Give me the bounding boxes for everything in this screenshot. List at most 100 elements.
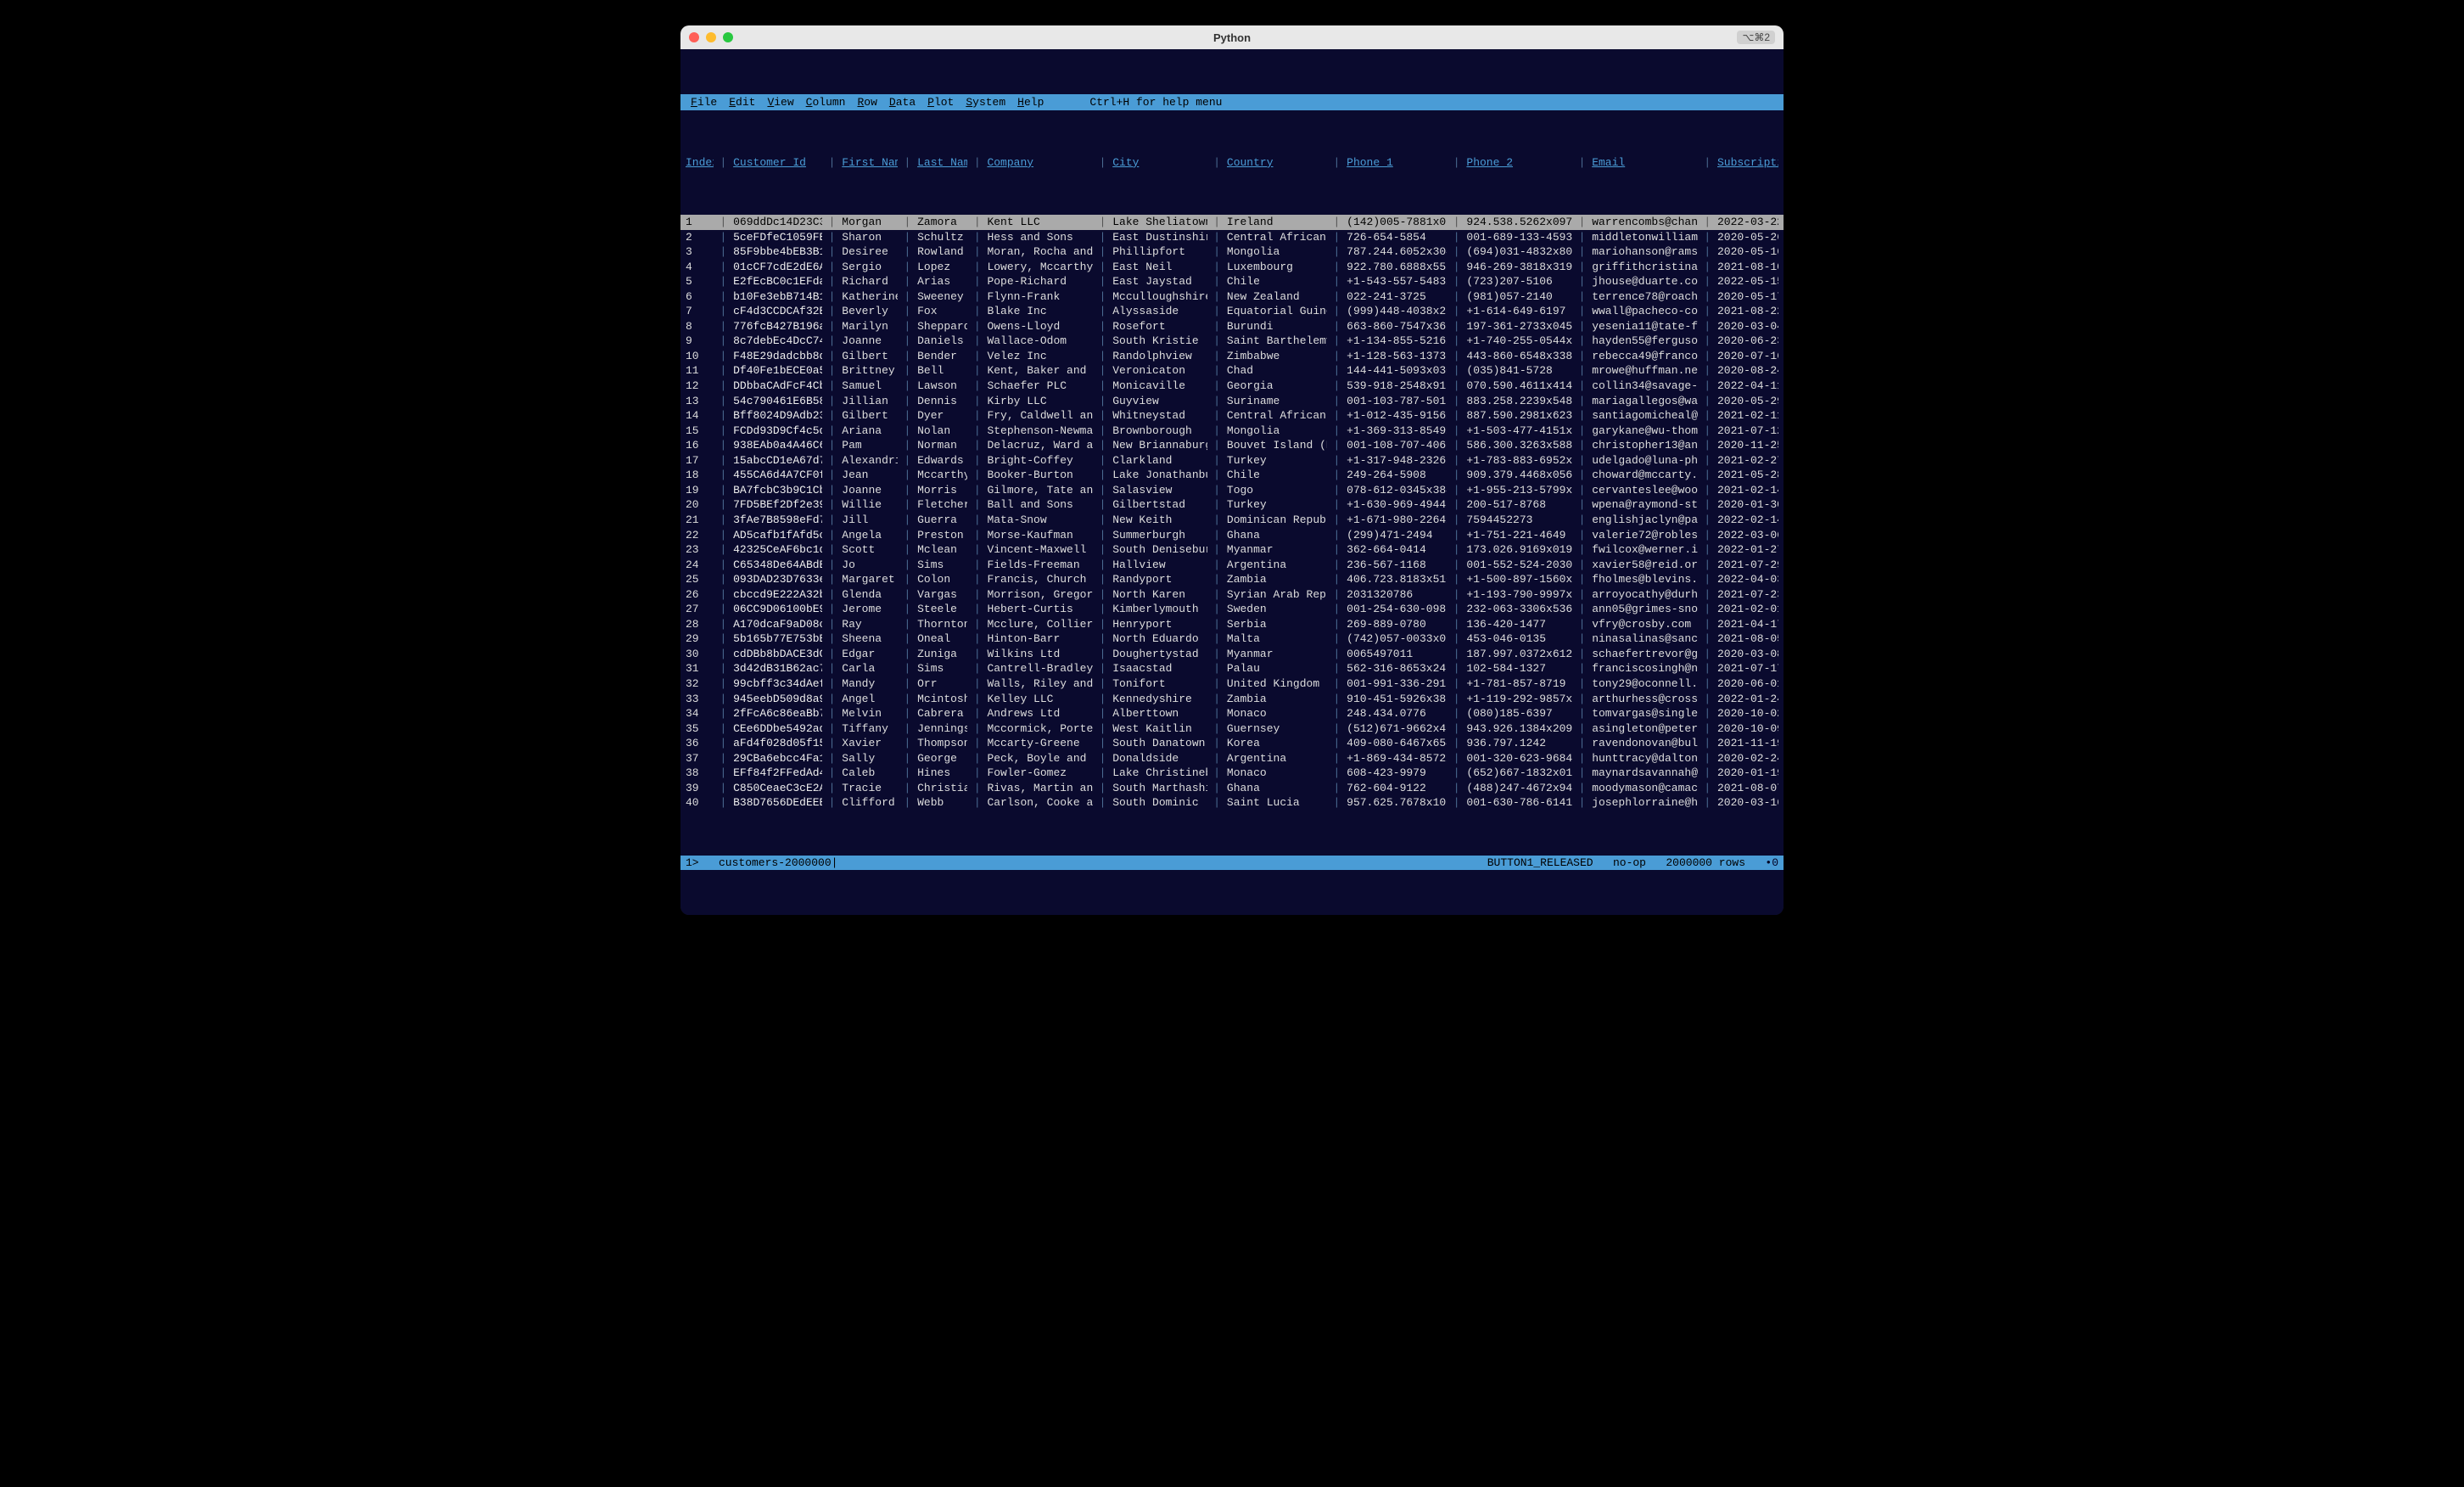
minimize-icon[interactable] <box>706 32 716 42</box>
cell-separator: | <box>714 379 733 394</box>
menu-plot[interactable]: Plot <box>922 95 959 110</box>
table-row[interactable]: 22|AD5cafb1fAfd5cF|Angela|Preston|Morse-… <box>680 528 1784 543</box>
table-row[interactable]: 40|B38D7656DEdEEE3|Clifford|Webb|Carlson… <box>680 795 1784 811</box>
table-row[interactable]: 27|06CC9D06100bE97|Jerome|Steele|Hebert-… <box>680 602 1784 617</box>
cell-id: cbccd9E222A32bd <box>733 587 822 603</box>
cell-separator: | <box>714 394 733 409</box>
col-header-phone-2[interactable]: Phone 2 <box>1466 155 1571 171</box>
table-row[interactable]: 36|aFd4f028d05f156|Xavier|Thompson|Mccar… <box>680 736 1784 751</box>
table-row[interactable]: 13|54c790461E6B58c|Jillian|Dennis|Kirby … <box>680 394 1784 409</box>
menu-data[interactable]: Data <box>884 95 921 110</box>
col-header-company[interactable]: Company <box>987 155 1092 171</box>
table-row[interactable]: 37|29CBa6ebcc4Fa13|Sally|George|Peck, Bo… <box>680 751 1784 766</box>
menu-column[interactable]: Column <box>801 95 851 110</box>
col-header-city[interactable]: City <box>1112 155 1207 171</box>
table-row[interactable]: 5|E2fEcBC0c1EFdaf|Richard|Arias|Pope-Ric… <box>680 274 1784 289</box>
table-row[interactable]: 32|99cbff3c34dAef9|Mandy|Orr|Walls, Rile… <box>680 676 1784 692</box>
table-row[interactable]: 12|DDbbaCAdFcF4Cb3|Samuel|Lawson|Schaefe… <box>680 379 1784 394</box>
table-row[interactable]: 4|01cCF7cdE2dE6A9|Sergio|Lopez|Lowery, M… <box>680 260 1784 275</box>
table-row[interactable]: 17|15abcCD1eA67d70|Alexandria|Edwards|Br… <box>680 453 1784 469</box>
table-row[interactable]: 34|2fFcA6c86eaBb7d|Melvin|Cabrera|Andrew… <box>680 706 1784 721</box>
cell-phone1: +1-671-980-2264x39… <box>1347 513 1447 528</box>
table-row[interactable]: 23|42325CeAF6bc1d3|Scott|Mclean|Vincent-… <box>680 542 1784 558</box>
cell-sub: 2022-02-14 <box>1717 513 1778 528</box>
cell-separator: | <box>1327 542 1347 558</box>
table-row[interactable]: 9|8c7debEc4DcC745|Joanne|Daniels|Wallace… <box>680 334 1784 349</box>
cell-separator: | <box>714 274 733 289</box>
cell-email: mariohanson@ramsey… <box>1592 244 1697 260</box>
col-header-customer-id[interactable]: Customer Id <box>733 155 822 171</box>
table-row[interactable]: 11|Df40Fe1bECE0a5C|Brittney|Bell|Kent, B… <box>680 363 1784 379</box>
cell-city: Clarkland <box>1112 453 1207 469</box>
menubar[interactable]: FileEditViewColumnRowDataPlotSystemHelpC… <box>680 94 1784 111</box>
col-header-first-name[interactable]: First Name <box>842 155 897 171</box>
table-row[interactable]: 19|BA7fcbC3b9C1Cb3|Joanne|Morris|Gilmore… <box>680 483 1784 498</box>
cell-id: 29CBa6ebcc4Fa13 <box>733 751 822 766</box>
table-row[interactable]: 29|5b165b77E753bE1|Sheena|Oneal|Hinton-B… <box>680 631 1784 647</box>
table-row[interactable]: 8|776fcB427B196a5|Marilyn|Sheppard|Owens… <box>680 319 1784 334</box>
col-header-country[interactable]: Country <box>1227 155 1327 171</box>
table-row[interactable]: 3|85F9bbe4bEB3B12|Desiree|Rowland|Moran,… <box>680 244 1784 260</box>
cell-country: Togo <box>1227 483 1327 498</box>
menu-file[interactable]: File <box>686 95 722 110</box>
cell-id: B38D7656DEdEEE3 <box>733 795 822 811</box>
cell-first: Glenda <box>842 587 897 603</box>
cell-phone1: +1-869-434-8572x26… <box>1347 751 1447 766</box>
table-row[interactable]: 31|3d42dB31B62ac73|Carla|Sims|Cantrell-B… <box>680 661 1784 676</box>
cell-phone2: 943.926.1384x209 <box>1466 721 1571 737</box>
cell-phone2: 001-630-786-6141x1… <box>1466 795 1571 811</box>
close-icon[interactable] <box>689 32 699 42</box>
table-row[interactable]: 6|b10Fe3ebB714B19|Katherine|Sweeney|Flyn… <box>680 289 1784 305</box>
table-row[interactable]: 20|7FD5BEf2Df2e396|Willie|Fletcher|Ball … <box>680 497 1784 513</box>
cell-separator: | <box>1447 692 1466 707</box>
menu-edit[interactable]: Edit <box>724 95 760 110</box>
table-row[interactable]: 14|Bff8024D9Adb23B|Gilbert|Dyer|Fry, Cal… <box>680 408 1784 424</box>
table-row[interactable]: 21|3fAe7B8598eFd7C|Jill|Guerra|Mata-Snow… <box>680 513 1784 528</box>
cell-first: Angel <box>842 692 897 707</box>
col-header-email[interactable]: Email <box>1592 155 1697 171</box>
menu-help[interactable]: Help <box>1012 95 1049 110</box>
cell-first: Sally <box>842 751 897 766</box>
menu-row[interactable]: Row <box>852 95 882 110</box>
table-row[interactable]: 28|A170dcaF9aD08c7|Ray|Thornton|Mcclure,… <box>680 617 1784 632</box>
cell-separator: | <box>714 795 733 811</box>
table-row[interactable]: 2|5ceFDfeC1059FB7|Sharon|Schultz|Hess an… <box>680 230 1784 245</box>
table-row[interactable]: 7|cF4d3CCDCAf32EE|Beverly|Fox|Blake Inc|… <box>680 304 1784 319</box>
cell-separator: | <box>1093 766 1112 781</box>
cell-separator: | <box>1572 692 1592 707</box>
zoom-icon[interactable] <box>723 32 733 42</box>
table-row[interactable]: 10|F48E29dadcbb8df|Gilbert|Bender|Velez … <box>680 349 1784 364</box>
table-row[interactable]: 39|C850CeaeC3cE2Ac|Tracie|Christian|Riva… <box>680 781 1784 796</box>
cell-sub: 2022-01-24 <box>1717 692 1778 707</box>
cell-separator: | <box>822 513 842 528</box>
col-header-phone-1[interactable]: Phone 1 <box>1347 155 1447 171</box>
titlebar[interactable]: Python ⌥⌘2 <box>680 25 1784 49</box>
table-row[interactable]: 18|455CA6d4A7CF0fA|Jean|Mccarthy|Booker-… <box>680 468 1784 483</box>
table-row[interactable]: 25|093DAD23D7633e6|Margaret|Colon|Franci… <box>680 572 1784 587</box>
col-header-last-name[interactable]: Last Name <box>917 155 967 171</box>
cell-separator: | <box>822 766 842 781</box>
table-row[interactable]: 33|945eebD509d8a9B|Angel|Mcintosh|Kelley… <box>680 692 1784 707</box>
table-row[interactable]: 30|cdDBb8bDACE3dC1|Edgar|Zuniga|Wilkins … <box>680 647 1784 662</box>
cell-separator: | <box>1447 394 1466 409</box>
cell-country: Palau <box>1227 661 1327 676</box>
col-header-subscripti-[interactable]: Subscripti> <box>1717 155 1778 171</box>
table-row[interactable]: 26|cbccd9E222A32bd|Glenda|Vargas|Morriso… <box>680 587 1784 603</box>
cell-phone2: +1-781-857-8719 <box>1466 676 1571 692</box>
col-header-index[interactable]: Index <box>686 155 714 171</box>
cell-id: C850CeaeC3cE2Ac <box>733 781 822 796</box>
cell-last: Lopez <box>917 260 967 275</box>
table-row[interactable]: 38|EFf84f2FFedAd4d|Caleb|Hines|Fowler-Go… <box>680 766 1784 781</box>
table-row[interactable]: 16|938EAb0a4A46C6C|Pam|Norman|Delacruz, … <box>680 438 1784 453</box>
cell-last: Nolan <box>917 424 967 439</box>
cell-separator: | <box>1572 661 1592 676</box>
table-row[interactable]: 24|C65348De64ABdB2|Jo|Sims|Fields-Freema… <box>680 558 1784 573</box>
cell-separator: | <box>1327 394 1347 409</box>
cell-separator: | <box>1093 528 1112 543</box>
menu-system[interactable]: System <box>960 95 1011 110</box>
table-row[interactable]: 1|069ddDc14D23C30|Morgan|Zamora|Kent LLC… <box>680 215 1784 230</box>
table-row[interactable]: 35|CEe6DDbe5492adE|Tiffany|Jennings|Mcco… <box>680 721 1784 737</box>
menu-view[interactable]: View <box>762 95 798 110</box>
cell-separator: | <box>1093 587 1112 603</box>
table-row[interactable]: 15|FCDd93D9Cf4c5dE|Ariana|Nolan|Stephens… <box>680 424 1784 439</box>
